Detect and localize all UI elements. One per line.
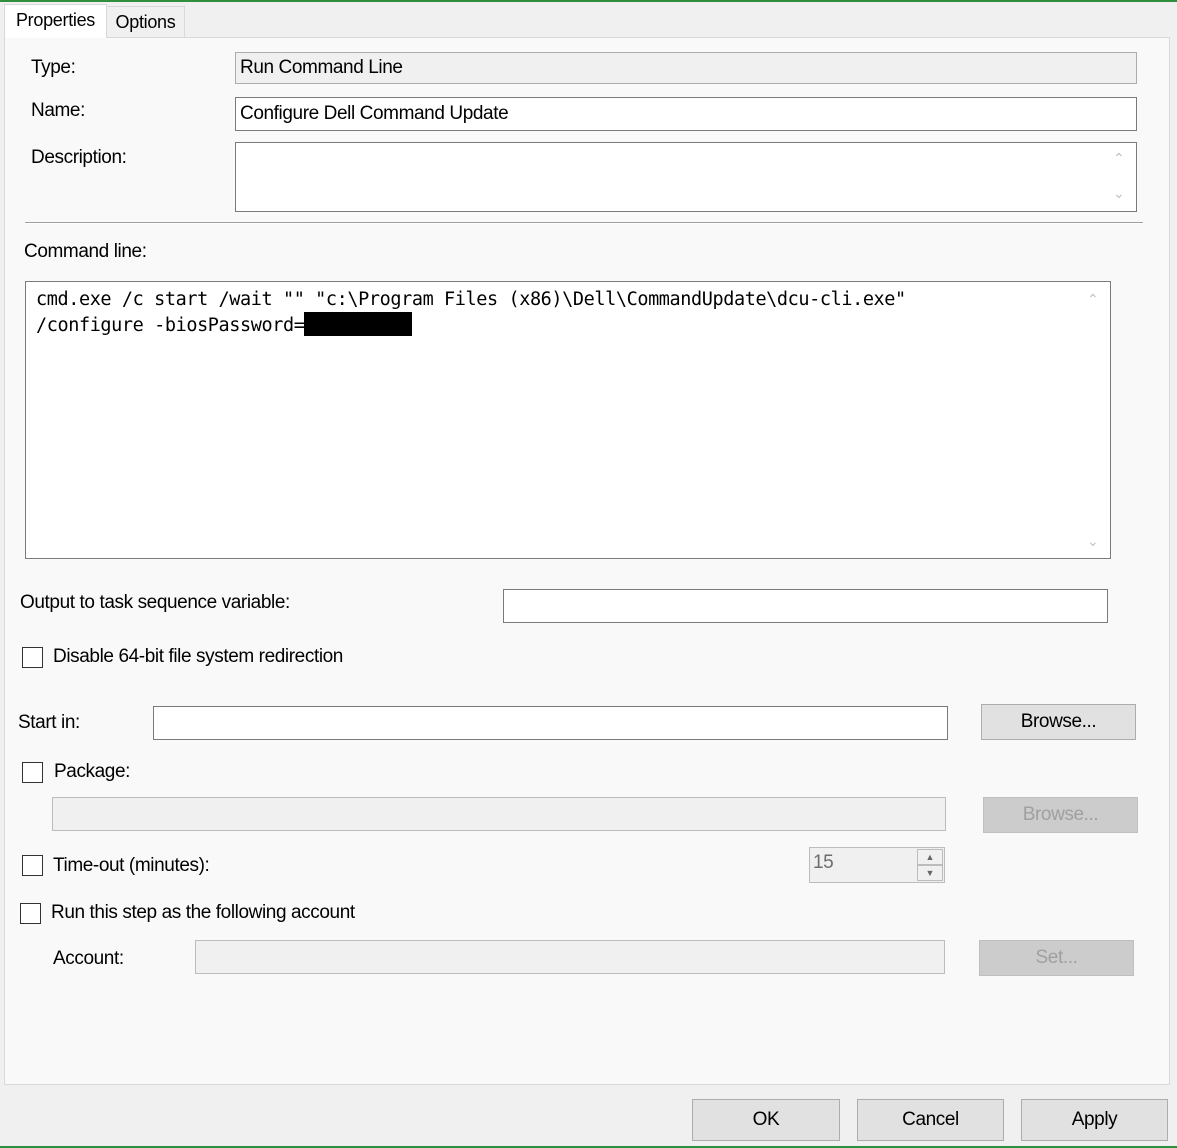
description-scroll-down-icon[interactable]: ⌄ [1113, 186, 1125, 200]
account-label: Account: [53, 948, 124, 969]
description-scroll-up-icon[interactable]: ⌃ [1113, 151, 1125, 165]
start-in-field[interactable] [153, 706, 948, 740]
disable-redirection-label[interactable]: Disable 64-bit file system redirection [53, 646, 343, 668]
account-field [195, 940, 945, 974]
command-line-line-2: /configure -biosPassword= [36, 312, 1100, 338]
package-checkbox[interactable] [22, 762, 43, 783]
cancel-button[interactable]: Cancel [857, 1099, 1004, 1141]
name-field[interactable]: Configure Dell Command Update [235, 97, 1137, 131]
command-scroll-down-icon[interactable]: ⌄ [1087, 534, 1099, 548]
command-scroll-up-icon[interactable]: ⌃ [1087, 292, 1099, 306]
tab-options[interactable]: Options [106, 6, 185, 37]
section-separator [25, 222, 1143, 224]
timeout-spin-up-icon: ▲ [917, 849, 943, 865]
type-label: Type: [31, 57, 76, 78]
timeout-checkbox[interactable] [22, 855, 43, 876]
command-line-textarea[interactable]: cmd.exe /c start /wait "" "c:\Program Fi… [25, 281, 1111, 559]
run-as-checkbox[interactable] [20, 903, 41, 924]
package-field [52, 797, 946, 831]
redaction-box [304, 312, 413, 336]
timeout-label[interactable]: Time-out (minutes): [53, 855, 210, 877]
output-variable-field[interactable] [503, 589, 1108, 623]
command-line-label: Command line: [24, 241, 147, 262]
set-account-button: Set... [979, 940, 1134, 976]
apply-button[interactable]: Apply [1021, 1099, 1168, 1141]
description-textarea[interactable] [235, 142, 1137, 212]
start-in-label: Start in: [18, 712, 80, 733]
name-label: Name: [31, 100, 85, 121]
run-as-label[interactable]: Run this step as the following account [51, 902, 355, 924]
tab-properties[interactable]: Properties [4, 4, 107, 38]
type-field: Run Command Line [235, 52, 1137, 84]
disable-redirection-checkbox[interactable] [22, 647, 43, 668]
ok-button[interactable]: OK [692, 1099, 840, 1141]
package-label[interactable]: Package: [54, 761, 130, 783]
command-line-line-1: cmd.exe /c start /wait "" "c:\Program Fi… [36, 289, 906, 310]
window-accent-line [0, 0, 1177, 2]
timeout-spin-down-icon: ▼ [917, 865, 943, 881]
description-label: Description: [31, 147, 127, 168]
start-in-browse-button[interactable]: Browse... [981, 704, 1136, 740]
output-variable-label: Output to task sequence variable: [20, 592, 290, 613]
package-browse-button: Browse... [983, 797, 1138, 833]
